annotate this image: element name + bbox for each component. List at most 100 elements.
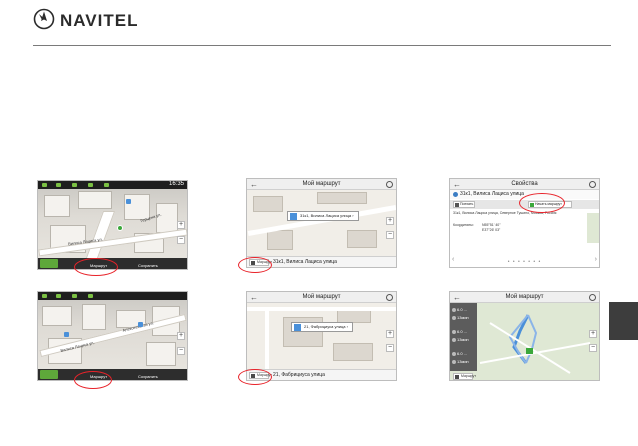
route-icon [455,375,459,379]
go-button-label: Поехать [460,202,474,206]
screen-title: Свойства [511,181,538,187]
poi-icon[interactable] [126,199,131,204]
title-bar: ← Мой маршрут [450,292,599,303]
address-text: 31к1, Вилиса Лациса улица [273,259,337,265]
latitude: N55°51' 40" [482,223,501,227]
title-bar: ← Мой маршрут [247,292,396,303]
building [78,191,112,209]
poi-icon[interactable] [138,322,143,327]
highlight-ring [74,258,118,276]
building [42,306,72,326]
section-tab [609,302,638,340]
zoom-out-button[interactable]: − [386,344,394,352]
gps-icon [42,294,47,298]
zoom-in-button[interactable]: + [386,217,394,225]
menu-button[interactable] [40,370,58,379]
battery-icon [104,183,109,187]
place-name: 31к1, Вилиса Лациса улица [460,191,524,197]
highlight-ring [238,257,272,273]
header-divider [33,45,611,46]
route-time: 13мин [452,315,469,320]
route-distance: 6.0 ... [452,307,467,312]
page-header: NAVITEL [0,0,638,46]
poi-icon[interactable] [64,332,69,337]
route-button[interactable]: Маршрут [453,373,476,380]
traffic-icon [88,294,93,298]
compass-icon[interactable] [589,181,596,188]
route-time: 13мин [452,359,469,364]
zoom-out-button[interactable]: − [589,344,597,352]
screenshot-my-route-2: ← Мой маршрут 21, Фабрициуса улица › + −… [246,291,397,381]
signal-icon [72,183,77,187]
route-time: 13мин [452,337,469,342]
screen-title: Мой маршрут [302,181,341,187]
house-icon [290,213,297,220]
location-callout[interactable]: 21, Фабрициуса улица › [291,322,353,332]
status-bar [38,292,187,300]
highlight-ring [74,371,112,389]
go-icon [455,203,459,207]
navitel-compass-icon [33,8,55,30]
route-distance: 6.0 ... [452,329,467,334]
zoom-out-button[interactable]: − [386,231,394,239]
building [347,230,377,248]
highlight-ring [519,193,565,213]
menu-button[interactable] [40,259,58,268]
clock-icon [452,315,456,320]
highlight-ring [238,369,272,385]
sound-icon [56,294,61,298]
brand-name: NAVITEL [60,11,139,30]
zoom-in-button[interactable]: + [589,330,597,338]
longitude: E37°26' 03" [482,228,501,232]
location-pin-icon[interactable] [117,225,123,231]
map-2d [247,303,396,371]
building [146,342,176,366]
zoom-in-button[interactable]: + [177,221,185,229]
route-distance: 6.0 ... [452,351,467,356]
map-3d-city [38,292,187,380]
screen-title: Мой маршрут [505,294,544,300]
distance-icon [452,307,456,312]
status-bar: 16:35 [38,181,187,189]
map-2d [247,190,396,258]
building [333,343,373,361]
compass-icon[interactable] [589,294,596,301]
coordinates-label: Координаты: [453,223,474,227]
building [82,304,106,330]
title-bar: ← Мой маршрут [247,179,396,190]
go-button[interactable]: Поехать [453,201,475,208]
map-thumbnail[interactable] [587,213,599,243]
building [253,196,283,212]
clock-icon [452,359,456,364]
destination-flag-icon [526,348,533,354]
clock-icon [452,337,456,342]
distance-icon [452,329,456,334]
building [337,309,371,323]
screenshot-map-3d-2: Алексеевская ул. Вилиса Лациса ул. + − М… [37,291,188,381]
compass-icon[interactable] [386,181,393,188]
zoom-out-button[interactable]: − [177,347,185,355]
zoom-out-button[interactable]: − [177,236,185,244]
distance-icon [452,351,456,356]
compass-icon[interactable] [386,294,393,301]
building [44,195,70,217]
status-time: 16:35 [168,181,184,187]
save-button-label[interactable]: Сохранить [138,374,158,379]
screen-title: Мой маршрут [302,294,341,300]
building [317,192,367,204]
map-3d-city [38,181,187,269]
zoom-in-button[interactable]: + [177,332,185,340]
zoom-in-button[interactable]: + [386,330,394,338]
route-options-panel[interactable]: 6.0 ... 13мин 6.0 ... 13мин 6.0 ... 13ми… [450,303,477,371]
save-button-label[interactable]: Сохранить [138,263,158,268]
page-dots: • • • • • • • [507,259,542,265]
title-bar: ← Свойства [450,179,599,190]
location-callout[interactable]: 31к1, Вилиса Лациса улица › [287,211,359,221]
road [247,307,396,311]
signal-icon [72,294,77,298]
sound-icon [56,183,61,187]
screenshot-properties: ← Свойства 31к1, Вилиса Лациса улица Пое… [449,178,600,268]
road [265,311,269,371]
house-icon [294,324,301,331]
building [156,203,178,233]
